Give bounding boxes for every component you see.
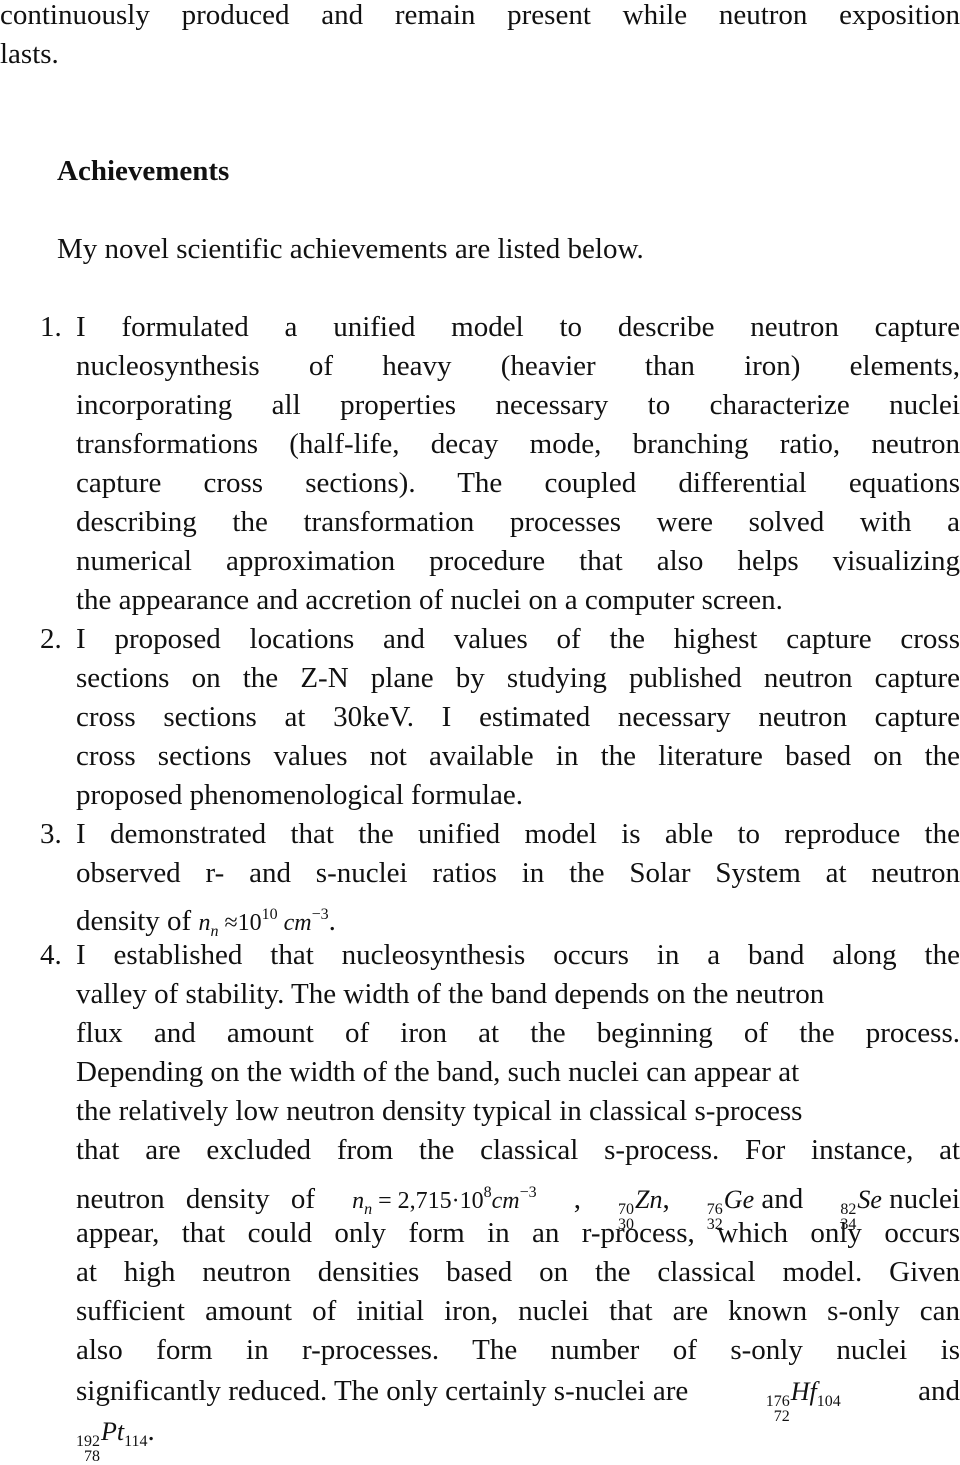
item-line: appear, that could only form in an r-pro… xyxy=(76,1217,960,1249)
item-line: at high neutron densities based on the c… xyxy=(76,1256,960,1288)
item-line: valley of stability. The width of the ba… xyxy=(76,978,825,1010)
item-line: nucleosynthesis of heavy (heavier than i… xyxy=(76,350,960,382)
item-line: also form in r-processes. The number of … xyxy=(76,1334,960,1366)
item-line: Depending on the width of the band, such… xyxy=(76,1056,800,1088)
item-line: cross sections values not available in t… xyxy=(76,740,960,772)
item-line: describing the transformation processes … xyxy=(76,506,960,538)
item-line: sufficient amount of initial iron, nucle… xyxy=(76,1295,960,1327)
item-line: flux and amount of iron at the beginning… xyxy=(76,1017,960,1049)
nucleus-pt: 192 78 Pt114 xyxy=(76,1417,148,1465)
density-formula: nn ≈1010 cm−3 xyxy=(198,906,329,940)
lead-line-1: continuously produced and remain present… xyxy=(0,0,960,31)
item-number: 1. xyxy=(40,311,62,343)
intro-text: My novel scientific achievements are lis… xyxy=(57,233,644,265)
item-number: 3. xyxy=(40,818,62,850)
item-line-pt: 192 78 Pt114. xyxy=(76,1412,960,1465)
item-line: proposed phenomenological formulae. xyxy=(76,779,523,811)
item-line: transformations (half-life, decay mode, … xyxy=(76,428,960,460)
item-line: I demonstrated that the unified model is… xyxy=(76,818,960,850)
item-line: sections on the Z-N plane by studying pu… xyxy=(76,662,960,694)
item-line: the relatively low neutron density typic… xyxy=(76,1095,803,1127)
item-line: I formulated a unified model to describe… xyxy=(76,311,960,343)
item-line: I established that nucleosynthesis occur… xyxy=(76,939,960,971)
item-line: I proposed locations and values of the h… xyxy=(76,623,960,655)
item-line: that are excluded from the classical s-p… xyxy=(76,1134,960,1166)
item-number: 2. xyxy=(40,623,62,655)
section-heading: Achievements xyxy=(57,155,230,187)
item-line: numerical approximation procedure that a… xyxy=(76,545,960,577)
item-line: observed r- and s-nuclei ratios in the S… xyxy=(76,857,960,889)
lead-line-2: lasts. xyxy=(0,38,59,70)
item-line: capture cross sections). The coupled dif… xyxy=(76,467,960,499)
density-prefix: density of xyxy=(76,905,192,937)
item-line: the appearance and accretion of nuclei o… xyxy=(76,584,783,616)
item-number: 4. xyxy=(40,939,62,971)
item-line: cross sections at 30keV. I estimated nec… xyxy=(76,701,960,733)
item-line: incorporating all properties necessary t… xyxy=(76,389,960,421)
